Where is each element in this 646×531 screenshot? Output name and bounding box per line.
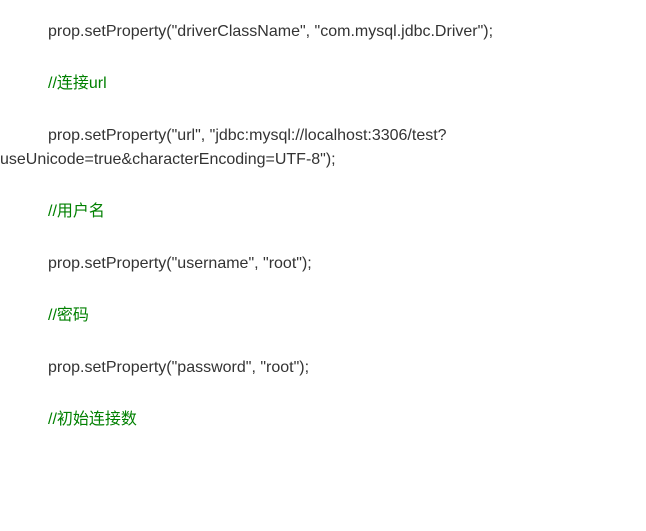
code-block: prop.setProperty("driverClassName", "com…	[0, 0, 646, 452]
code-line: prop.setProperty("password", "root");	[0, 356, 646, 380]
code-text: prop.setProperty("driverClassName", "com…	[48, 23, 493, 40]
code-text: prop.setProperty("url", "jdbc:mysql://lo…	[0, 124, 646, 148]
comment-text: //密码	[48, 307, 89, 324]
comment-line: //密码	[0, 304, 646, 328]
code-text: useUnicode=true&characterEncoding=UTF-8"…	[0, 148, 646, 172]
code-text: prop.setProperty("password", "root");	[48, 359, 309, 376]
code-line: prop.setProperty("username", "root");	[0, 252, 646, 276]
code-line: prop.setProperty("driverClassName", "com…	[0, 20, 646, 44]
comment-text: //连接url	[48, 75, 107, 92]
code-line: prop.setProperty("url", "jdbc:mysql://lo…	[0, 124, 646, 172]
comment-text: //初始连接数	[48, 411, 137, 428]
code-text: prop.setProperty("username", "root");	[48, 255, 312, 272]
comment-line: //连接url	[0, 72, 646, 96]
comment-line: //用户名	[0, 200, 646, 224]
comment-line: //初始连接数	[0, 408, 646, 432]
comment-text: //用户名	[48, 203, 105, 220]
